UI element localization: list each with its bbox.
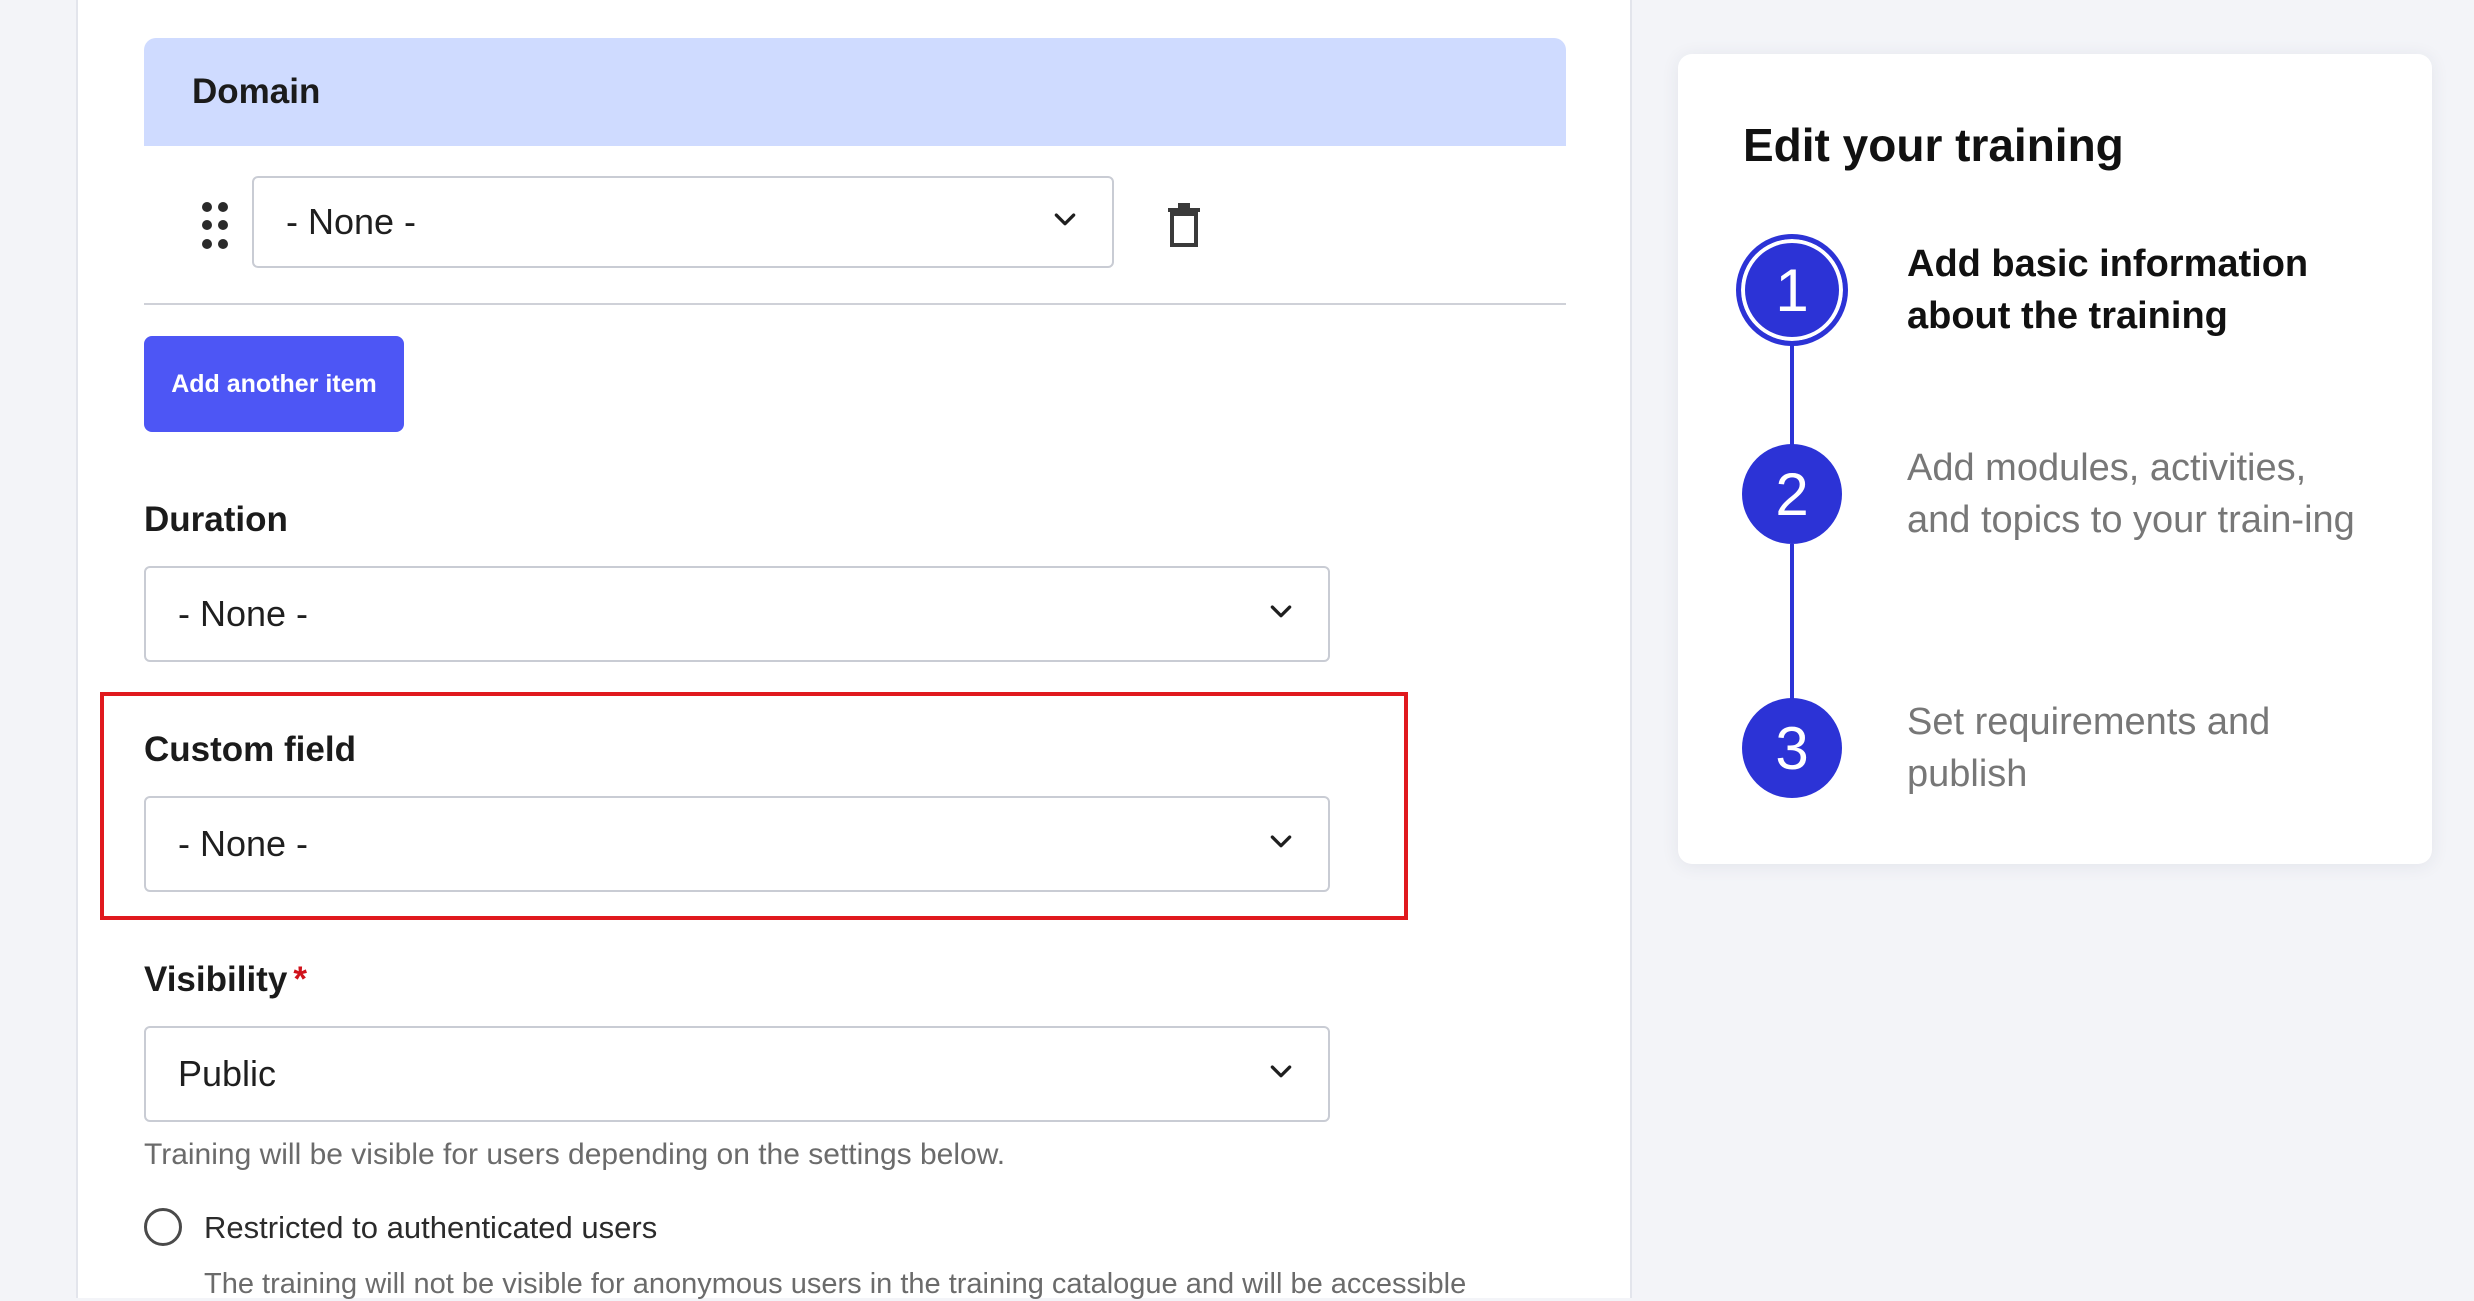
chevron-down-icon	[1270, 605, 1292, 618]
required-asterisk: *	[293, 960, 307, 999]
custom-field-select-value: - None -	[178, 823, 309, 864]
step-2-circle[interactable]: 2	[1742, 444, 1842, 544]
domain-select-value: - None -	[286, 201, 417, 242]
add-another-item-button[interactable]: Add another item	[144, 336, 404, 432]
visibility-select-value: Public	[178, 1053, 277, 1094]
chevron-down-icon	[1054, 213, 1076, 226]
step-2-label[interactable]: Add modules, activities, and topics to y…	[1907, 442, 2367, 546]
chevron-down-icon	[1270, 835, 1292, 848]
radio-restricted-label[interactable]: Restricted to authenticated users	[204, 1210, 657, 1246]
step-1-circle[interactable]: 1	[1736, 234, 1848, 346]
duration-select[interactable]: - None -	[144, 566, 1330, 662]
step-1-number: 1	[1775, 256, 1809, 324]
visibility-label-text: Visibility	[144, 960, 288, 999]
visibility-select[interactable]: Public	[144, 1026, 1330, 1122]
visibility-label: Visibility *	[144, 960, 307, 1000]
step-3-label[interactable]: Set requirements and publish	[1907, 696, 2367, 800]
step-1-label[interactable]: Add basic information about the training	[1907, 238, 2367, 342]
custom-field-select[interactable]: - None -	[144, 796, 1330, 892]
step-2-number: 2	[1775, 460, 1809, 528]
radio-restricted-description: The training will not be visible for ano…	[204, 1268, 1467, 1300]
duration-label: Duration	[144, 500, 288, 539]
training-form-panel: Domain - None - Add another item Duratio…	[76, 0, 1632, 1300]
step-3-number: 3	[1775, 714, 1809, 782]
edit-training-steps-card: Edit your training 1 Add basic informati…	[1678, 54, 2432, 864]
sidebar-title: Edit your training	[1743, 119, 2124, 171]
duration-select-value: - None -	[178, 593, 309, 634]
drag-handle-icon[interactable]	[202, 202, 232, 252]
step-3-circle[interactable]: 3	[1742, 698, 1842, 798]
custom-field-label: Custom field	[144, 730, 356, 769]
domain-section-header: Domain	[144, 38, 1566, 146]
domain-header-label: Domain	[192, 72, 321, 111]
domain-select[interactable]: - None -	[252, 176, 1114, 268]
chevron-down-icon	[1270, 1065, 1292, 1078]
domain-item-row: - None -	[144, 146, 1566, 305]
radio-restricted-authenticated[interactable]	[144, 1208, 182, 1246]
visibility-help-text: Training will be visible for users depen…	[144, 1138, 1006, 1171]
delete-trash-icon[interactable]	[1164, 202, 1204, 248]
